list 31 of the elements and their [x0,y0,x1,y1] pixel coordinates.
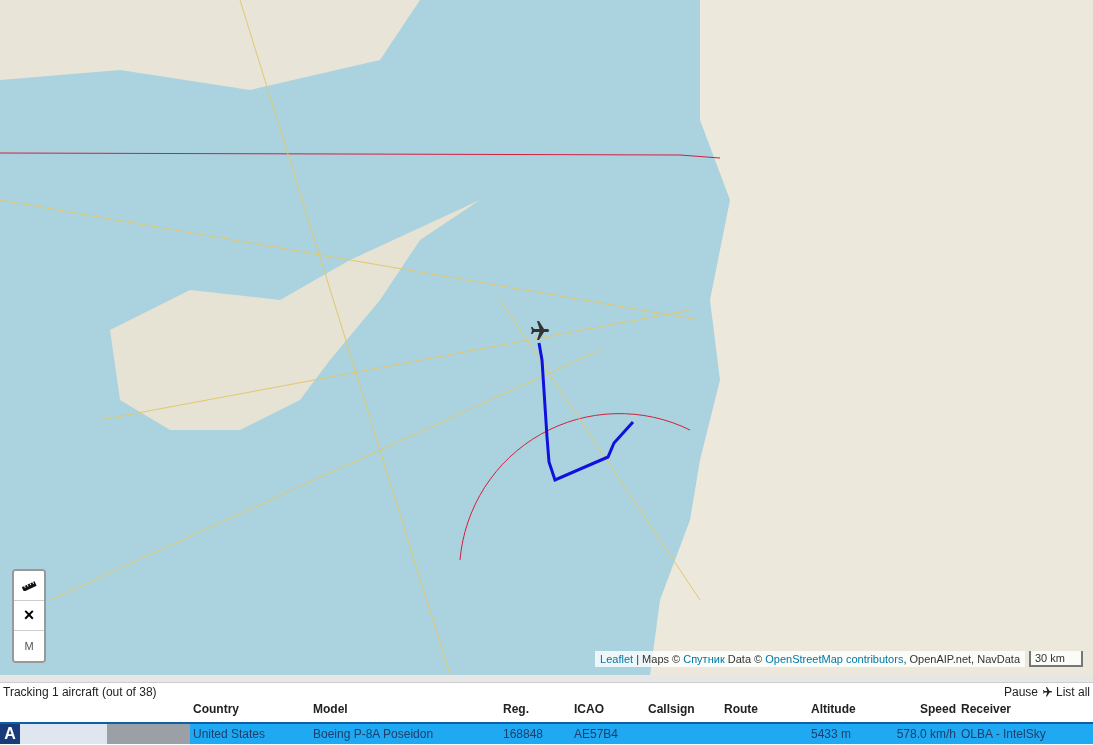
attribution-text: | Maps © [635,653,682,665]
airplane-icon [1041,685,1053,698]
column-header[interactable]: Country [193,700,313,722]
column-header[interactable]: Route [724,700,811,722]
table-cell-text: 168848 [503,726,545,743]
ruler-button[interactable] [14,571,44,601]
attribution-link[interactable]: Спутник [683,653,725,665]
table-cell-text: 5433 m [811,726,853,743]
column-header[interactable]: Reg. [503,700,574,722]
column-header[interactable]: Receiver [956,700,1088,722]
tracking-status: Tracking 1 aircraft (out of 38) [3,683,157,701]
attribution-text: Data © [726,653,764,665]
column-header[interactable]: ICAO [574,700,648,722]
attribution-link[interactable]: Leaflet [600,653,634,665]
column-header[interactable]: Altitude [811,700,891,722]
column-header[interactable]: Speed [891,700,956,722]
column-header[interactable]: Callsign [648,700,724,722]
table-cell-text: Boeing P-8A Poseidon [313,726,435,743]
map-view[interactable]: × M Leaflet | Maps © Спутник Data © OpenStreetMap contributors, OpenAIP.net, NavData 30 km [0,0,1093,675]
species-badge: A [0,724,20,744]
pause-link[interactable]: Pause [1003,682,1038,701]
list-all-link[interactable]: List all [1056,682,1090,701]
aircraft-row[interactable]: A United States Boeing P-8A Poseidon 168848 AE57B4 5433 m 578.0 km/h OLBA - IntelSky [0,722,1093,744]
table-cell-text: United States [193,726,267,743]
ruler-icon [21,580,37,591]
table-cell-text: AE57B4 [574,726,620,743]
column-header[interactable]: Model [313,700,503,722]
attribution-text: , OpenAIP.net, NavData [903,653,1020,665]
map-scale: 30 km [1029,651,1083,667]
table-cell-text: 578.0 km/h [895,726,956,743]
table-cell-text: OLBA - IntelSky [960,726,1047,743]
